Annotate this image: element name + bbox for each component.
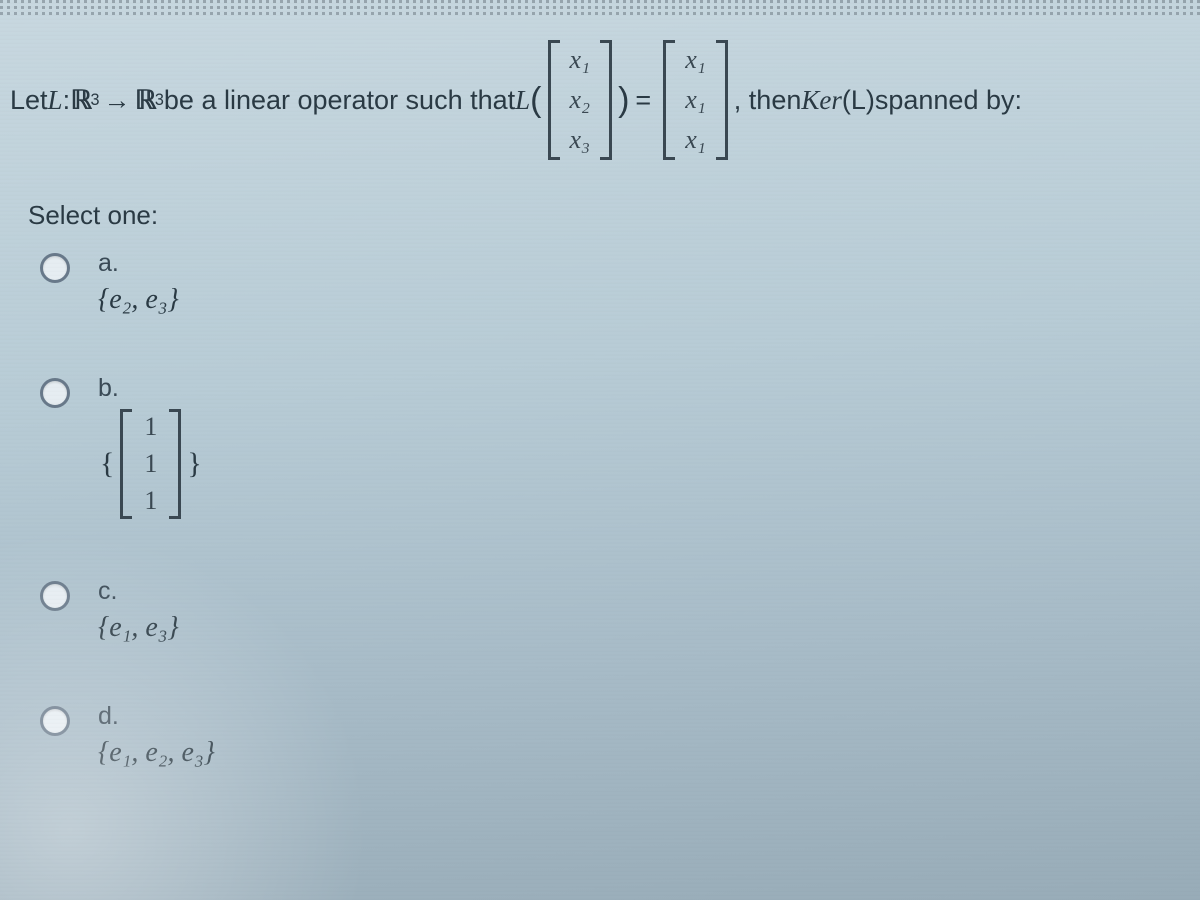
option-d-letter: d. [98,702,215,731]
vec-out-0: x₁ [685,45,706,75]
option-b-letter: b. [98,374,204,403]
option-b-content: { 1 1 1 } [98,409,204,519]
dotted-header-border [0,0,1200,16]
stem-colon: : [63,85,71,116]
bracket-right-icon [598,40,612,160]
stem-L-of: L [515,85,530,116]
question-page: Let L : ℝ3 → ℝ3 be a linear operator suc… [10,40,1190,890]
radio-c[interactable] [40,581,70,611]
vec-out-2: x₁ [685,125,706,155]
stem-lparen: ( [530,81,541,120]
stem-spanned: spanned by: [875,85,1022,116]
brace-right-icon: } [187,447,201,481]
optb-v2: 1 [144,486,157,516]
option-d-set: {e₁, e₂, e₃} [98,737,215,769]
stem-let: Let [10,85,48,116]
bracket-right-icon [167,409,181,519]
stem-ker: Ker [801,85,842,116]
option-a-content: {e₂, e₃} [98,284,179,316]
stem-R1: ℝ [70,85,90,116]
vec-in-0: x₁ [570,45,591,75]
option-c[interactable]: c. {e₁, e₃} [40,577,1190,644]
optb-v1: 1 [144,449,157,479]
option-d[interactable]: d. {e₁, e₂, e₃} [40,702,1190,769]
option-c-letter: c. [98,577,179,606]
stem-eq: = [635,85,651,116]
option-a-set: {e₂, e₃} [98,284,179,316]
option-c-content: {e₁, e₃} [98,612,179,644]
bracket-left-icon [663,40,677,160]
option-a-letter: a. [98,249,179,278]
question-stem: Let L : ℝ3 → ℝ3 be a linear operator suc… [10,40,1190,160]
option-d-content: {e₁, e₂, e₃} [98,737,215,769]
stem-rparen: ) [618,81,629,120]
bracket-left-icon [548,40,562,160]
options-group: a. {e₂, e₃} b. { 1 1 1 [40,249,1190,769]
option-c-set: {e₁, e₃} [98,612,179,644]
arrow-icon: → [104,85,131,116]
stem-R2: ℝ [135,85,155,116]
bracket-right-icon [714,40,728,160]
select-one-label: Select one: [28,200,1190,231]
bracket-left-icon [120,409,134,519]
radio-b[interactable] [40,378,70,408]
vec-in-1: x₂ [570,85,591,115]
input-vector: x₁ x₂ x₃ [548,40,613,160]
stem-ker-of: (L) [842,85,875,116]
output-vector: x₁ x₁ x₁ [663,40,728,160]
stem-be-linear: be a linear operator such that [164,85,515,116]
vec-out-1: x₁ [685,85,706,115]
brace-left-icon: { [100,447,114,481]
vec-in-2: x₃ [570,125,591,155]
stem-sup2: 3 [155,91,164,110]
optb-v0: 1 [144,412,157,442]
stem-then: , then [734,85,802,116]
stem-L: L [48,85,63,116]
option-b-vector: 1 1 1 [120,409,181,519]
radio-a[interactable] [40,253,70,283]
radio-d[interactable] [40,706,70,736]
option-a[interactable]: a. {e₂, e₃} [40,249,1190,316]
option-b[interactable]: b. { 1 1 1 } [40,374,1190,519]
